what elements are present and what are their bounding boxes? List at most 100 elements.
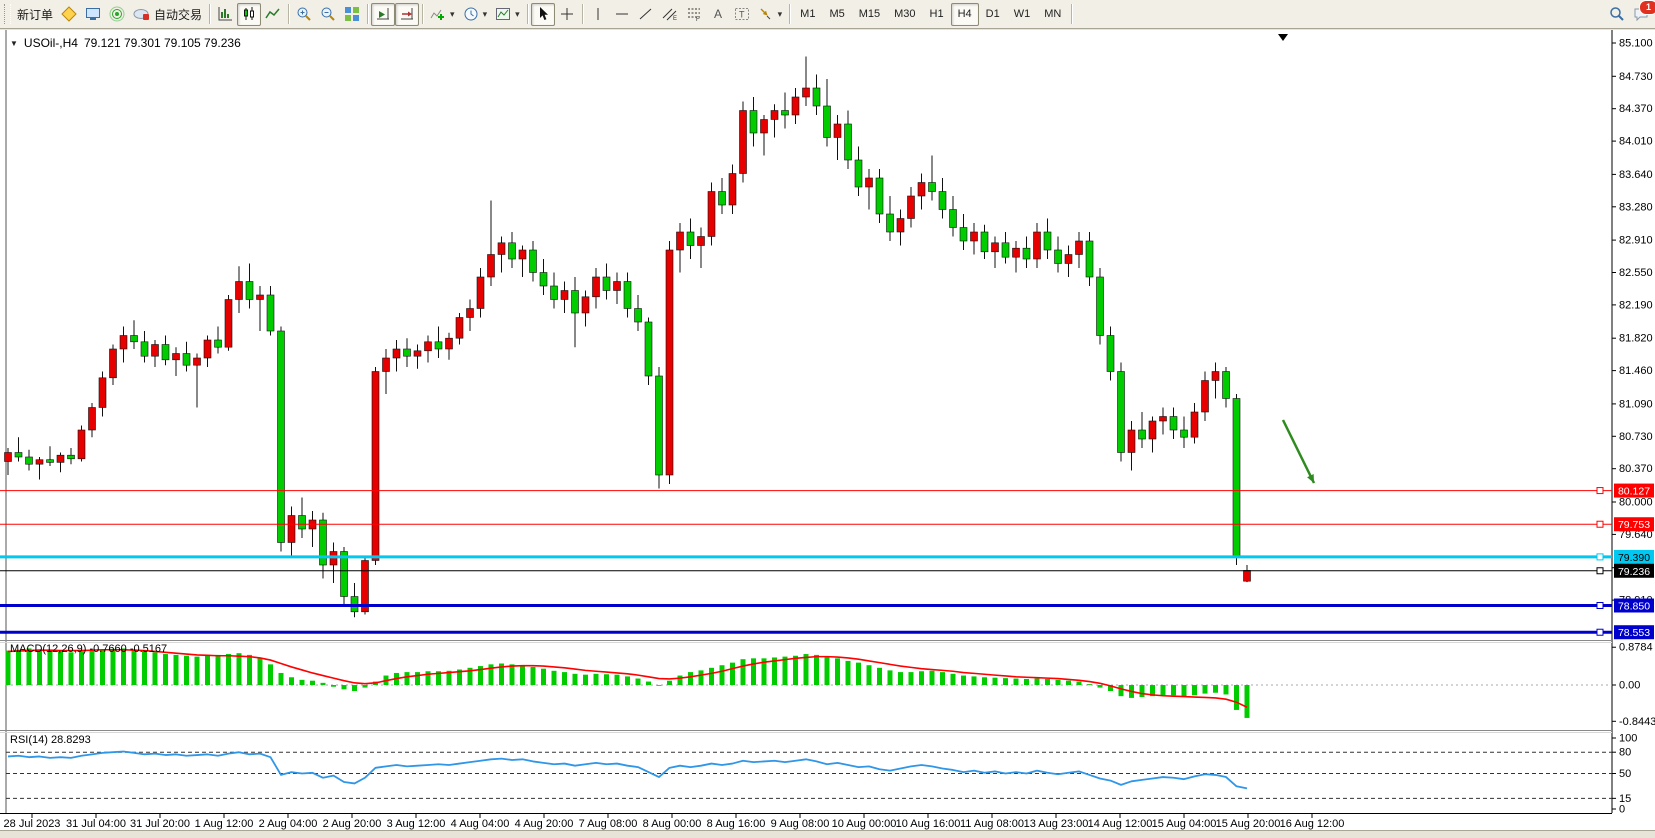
svg-text:79.753: 79.753 [1618, 519, 1650, 531]
svg-text:7 Aug 08:00: 7 Aug 08:00 [579, 818, 638, 830]
trendline-tool-button[interactable] [634, 3, 658, 26]
periods-button[interactable]: ▾ [459, 3, 492, 26]
cursor-tool-button[interactable] [531, 3, 555, 26]
line-chart-type-button[interactable] [261, 3, 285, 26]
macd-indicator-label: MACD(12,26,9) -0.7660 -0.5167 [10, 643, 167, 655]
svg-text:78.553: 78.553 [1618, 627, 1650, 639]
toolbar-separator [367, 4, 368, 24]
horizontal-line-icon [614, 6, 630, 22]
horizontal-line-tool-button[interactable] [610, 3, 634, 26]
fibonacci-tool-button[interactable]: F [682, 3, 706, 26]
search-button[interactable] [1605, 3, 1629, 26]
auto-trading-button[interactable]: 自动交易 [129, 3, 206, 26]
indicators-button[interactable]: ▾ [426, 3, 459, 26]
svg-text:31 Jul 20:00: 31 Jul 20:00 [130, 818, 190, 830]
svg-text:2 Aug 20:00: 2 Aug 20:00 [323, 818, 382, 830]
auto-trading-label: 自动交易 [154, 6, 202, 23]
svg-text:10 Aug 00:00: 10 Aug 00:00 [832, 818, 897, 830]
timeframe-M5[interactable]: M5 [822, 3, 851, 26]
timeframe-M15[interactable]: M15 [852, 3, 887, 26]
svg-text:3 Aug 12:00: 3 Aug 12:00 [387, 818, 446, 830]
chart-shift-button[interactable] [395, 3, 419, 26]
svg-text:10 Aug 16:00: 10 Aug 16:00 [896, 818, 961, 830]
arrows-tool-button[interactable]: ▾ [754, 3, 787, 26]
svg-text:84.370: 84.370 [1619, 103, 1653, 115]
trendline-icon [638, 6, 654, 22]
arrow-objects-icon [758, 6, 774, 22]
bar-chart-type-button[interactable] [213, 3, 237, 26]
line-chart-icon [265, 6, 281, 22]
svg-text:84.010: 84.010 [1619, 136, 1653, 148]
svg-text:11 Aug 08:00: 11 Aug 08:00 [960, 818, 1024, 830]
svg-text:80.127: 80.127 [1618, 486, 1650, 498]
toolbar-separator [209, 4, 210, 24]
vertical-line-tool-button[interactable] [586, 3, 610, 26]
symbol-dropdown-icon[interactable]: ▼ [10, 39, 18, 48]
svg-text:14 Aug 12:00: 14 Aug 12:00 [1088, 818, 1153, 830]
svg-text:83.640: 83.640 [1619, 169, 1653, 181]
svg-text:83.280: 83.280 [1619, 201, 1653, 213]
indicators-icon [430, 6, 446, 22]
timeframe-D1[interactable]: D1 [979, 3, 1007, 26]
notifications-button[interactable]: 1 [1629, 3, 1653, 26]
svg-text:78.850: 78.850 [1618, 601, 1650, 613]
data-window-icon[interactable] [81, 3, 105, 26]
svg-text:81.460: 81.460 [1619, 365, 1653, 377]
auto-scroll-button[interactable] [371, 3, 395, 26]
text-tool-button[interactable]: A [706, 3, 730, 26]
chevron-down-icon: ▾ [450, 9, 455, 20]
chevron-down-icon: ▾ [483, 9, 488, 20]
zoom-in-icon [296, 6, 312, 22]
search-icon [1609, 6, 1625, 22]
template-icon [495, 6, 511, 22]
zoom-in-button[interactable] [292, 3, 316, 26]
signals-icon[interactable] [105, 3, 129, 26]
metaquotes-icon[interactable] [57, 3, 81, 26]
zoom-out-button[interactable] [316, 3, 340, 26]
svg-text:F: F [696, 17, 700, 22]
timeframe-M30[interactable]: M30 [887, 3, 922, 26]
timeframe-M1[interactable]: M1 [793, 3, 822, 26]
channel-icon: E [662, 6, 678, 22]
trading-terminal: { "toolbar": { "new_order_label": "新订单",… [0, 0, 1655, 838]
svg-text:81.090: 81.090 [1619, 398, 1653, 410]
svg-text:100: 100 [1619, 733, 1637, 745]
chart-canvas[interactable]: 85.10084.73084.37084.01083.64083.28082.9… [0, 30, 1655, 830]
candlestick-chart-icon [241, 6, 257, 22]
templates-button[interactable]: ▾ [491, 3, 524, 26]
crosshair-icon [559, 6, 575, 22]
auto-trading-cloud-icon [133, 6, 151, 22]
svg-text:28 Jul 2023: 28 Jul 2023 [4, 818, 61, 830]
toolbar-separator [527, 4, 528, 24]
chart-ohlc-values: 79.121 79.301 79.105 79.236 [84, 36, 241, 50]
svg-text:A: A [714, 7, 722, 21]
rsi-indicator-label: RSI(14) 28.8293 [10, 734, 91, 746]
timeframe-W1[interactable]: W1 [1007, 3, 1038, 26]
crosshair-tool-button[interactable] [555, 3, 579, 26]
timeframe-H4[interactable]: H4 [951, 3, 979, 26]
text-icon: A [710, 6, 726, 22]
new-order-button[interactable]: 新订单 [13, 3, 57, 26]
tile-windows-button[interactable] [340, 3, 364, 26]
svg-text:16 Aug 12:00: 16 Aug 12:00 [1280, 818, 1345, 830]
svg-text:85.100: 85.100 [1619, 38, 1653, 50]
timeframe-H1[interactable]: H1 [923, 3, 951, 26]
vertical-line-icon [590, 6, 606, 22]
svg-text:15 Aug 20:00: 15 Aug 20:00 [1216, 818, 1281, 830]
svg-text:9 Aug 08:00: 9 Aug 08:00 [771, 818, 830, 830]
svg-text:84.730: 84.730 [1619, 71, 1653, 83]
candlestick-chart-type-button[interactable] [237, 3, 261, 26]
equidistant-channel-tool-button[interactable]: E [658, 3, 682, 26]
svg-text:0.00: 0.00 [1619, 680, 1640, 692]
svg-text:13 Aug 23:00: 13 Aug 23:00 [1024, 818, 1089, 830]
svg-text:82.190: 82.190 [1619, 299, 1653, 311]
svg-text:1 Aug 12:00: 1 Aug 12:00 [195, 818, 254, 830]
timeframe-MN[interactable]: MN [1037, 3, 1068, 26]
timeframe-toolbar: M1M5M15M30H1H4D1W1MN [793, 3, 1068, 26]
toolbar-separator [1071, 4, 1072, 24]
text-label-tool-button[interactable]: T [730, 3, 754, 26]
text-label-icon: T [734, 6, 750, 22]
notification-badge: 1 [1639, 0, 1655, 15]
status-bar [0, 830, 1655, 838]
svg-text:81.820: 81.820 [1619, 333, 1653, 345]
